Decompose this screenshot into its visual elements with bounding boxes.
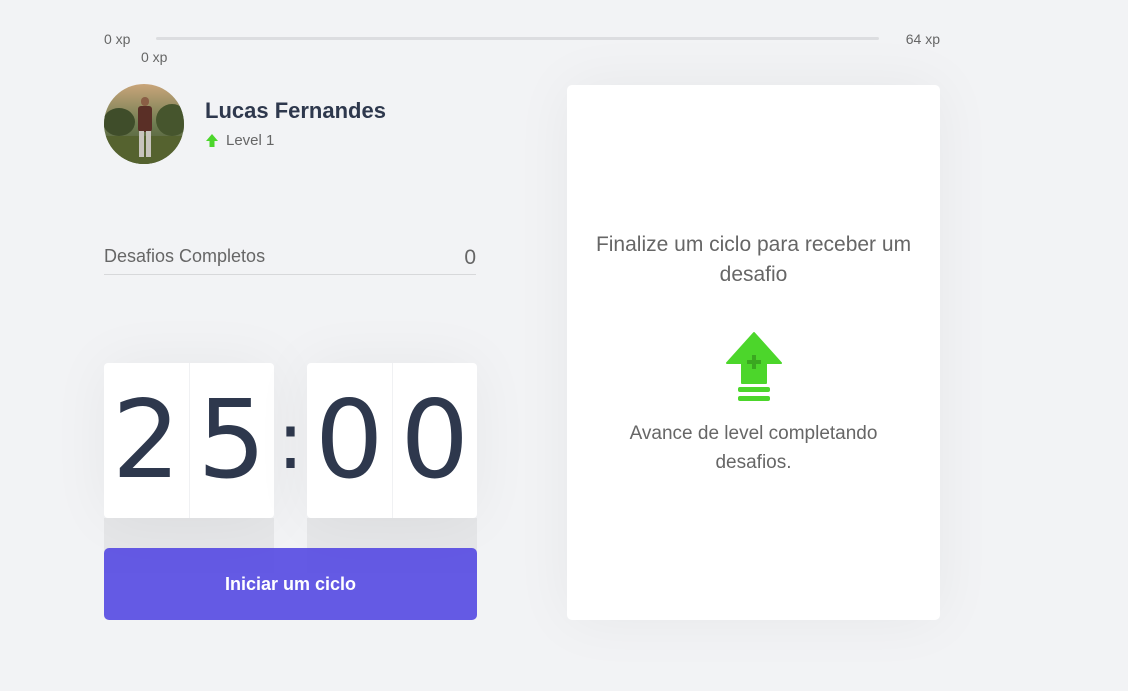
profile-level-label: Level 1 — [226, 132, 275, 149]
xp-track — [156, 37, 879, 40]
xp-min-label: 0 xp — [104, 31, 131, 47]
level-up-icon — [726, 331, 782, 407]
level-up-arrow-icon — [205, 133, 219, 149]
avatar — [104, 84, 184, 164]
experience-bar: 0 xp 0 xp 64 xp — [104, 30, 940, 70]
xp-current-label: 0 xp — [141, 49, 168, 65]
completed-challenges: Desafios Completos 0 — [104, 244, 476, 275]
completed-challenges-label: Desafios Completos — [104, 246, 266, 266]
challenge-title: Finalize um ciclo para receber um desafi… — [595, 233, 912, 286]
challenge-box: Finalize um ciclo para receber um desafi… — [567, 85, 940, 620]
countdown-separator: : — [277, 393, 304, 487]
minute-digit-right: 5 — [188, 363, 275, 518]
countdown: 2 5 : 0 0 — [104, 363, 477, 573]
profile-level: Level 1 — [205, 132, 274, 149]
start-cycle-button[interactable]: Iniciar um ciclo — [104, 548, 477, 620]
xp-max-label: 64 xp — [905, 31, 940, 47]
avatar-photo — [104, 84, 184, 164]
minute-digit-left: 2 — [111, 377, 181, 503]
countdown-seconds: 0 0 — [307, 363, 477, 518]
second-digit-right: 0 — [391, 363, 478, 518]
challenge-hint: Avance de level completando desafios. — [629, 423, 878, 473]
countdown-minutes: 2 5 — [104, 363, 274, 518]
profile-name: Lucas Fernandes — [205, 98, 386, 123]
second-digit-left: 0 — [314, 377, 384, 503]
completed-challenges-count: 0 — [464, 246, 476, 269]
